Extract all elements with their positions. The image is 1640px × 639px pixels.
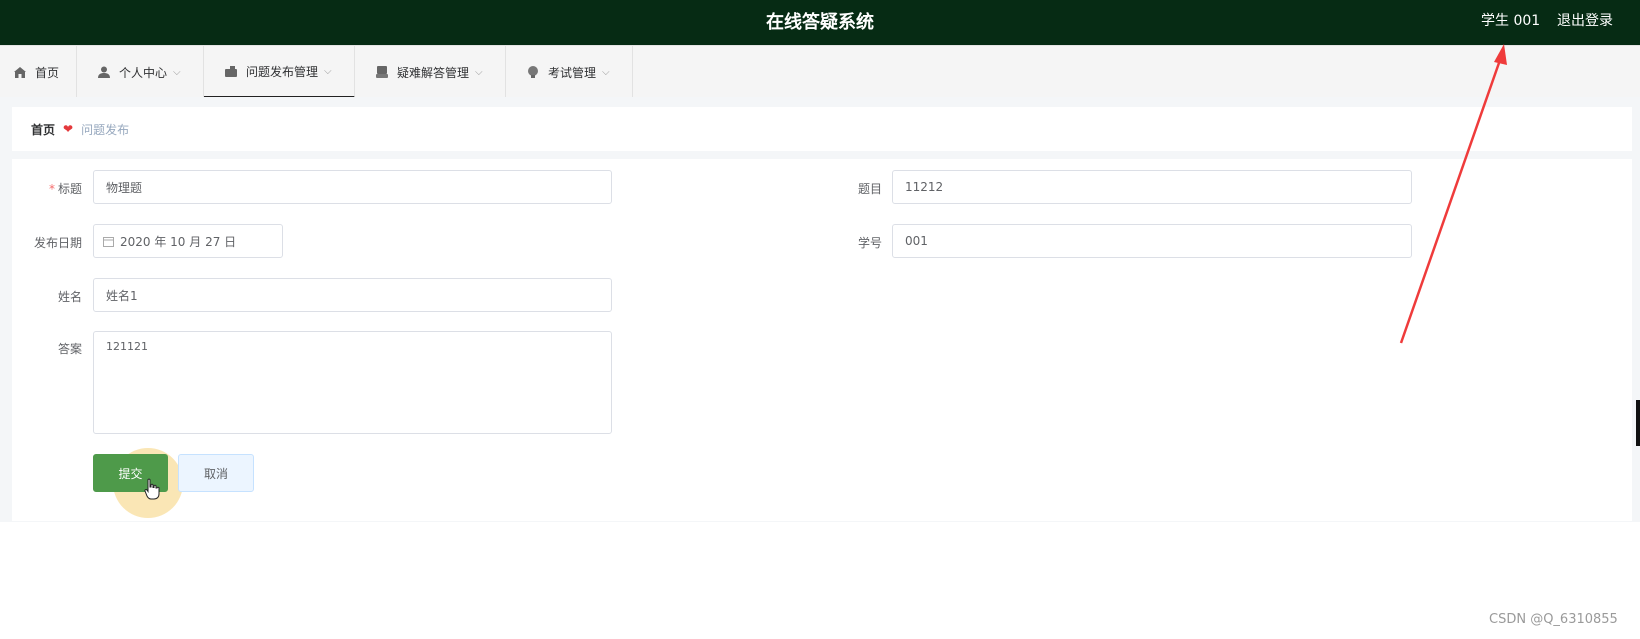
watermark: CSDN @Q_6310855 — [1489, 612, 1618, 627]
scrollbar-thumb[interactable] — [1636, 400, 1640, 446]
annotation-arrow — [1399, 44, 1507, 344]
